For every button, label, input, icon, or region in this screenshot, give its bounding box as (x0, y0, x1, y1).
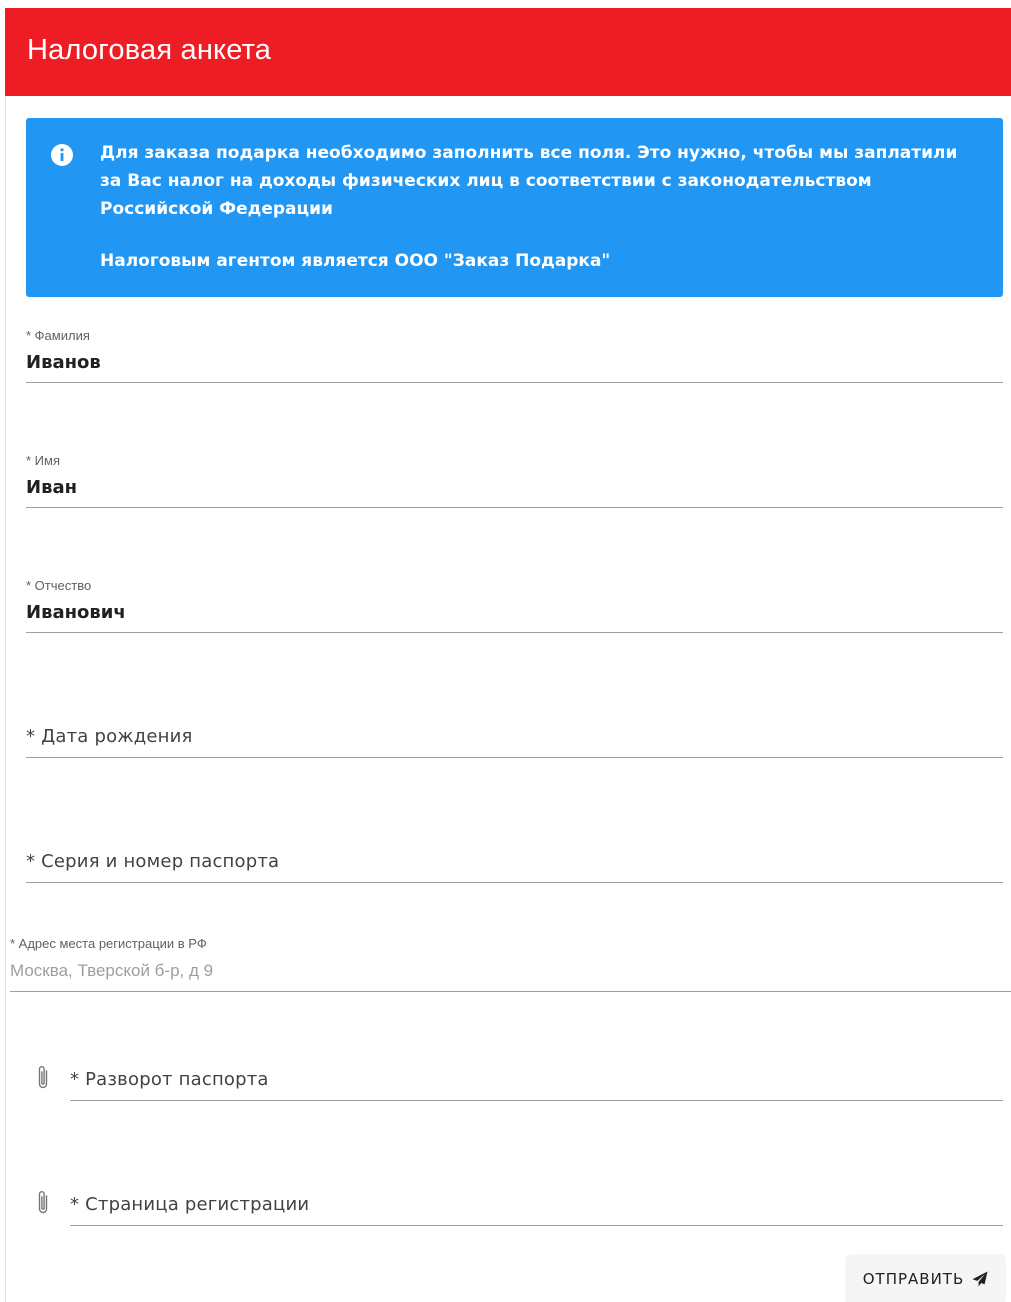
first-name-field[interactable]: * Имя Иван (26, 450, 1003, 510)
registration-page-label: * Страница регистрации (70, 1194, 310, 1215)
last-name-underline (26, 382, 1003, 383)
form-header: Налоговая анкета (5, 8, 1011, 96)
registration-page-field[interactable]: * Страница регистрации (70, 1188, 1003, 1228)
last-name-label: * Фамилия (26, 328, 90, 343)
first-name-underline (26, 507, 1003, 508)
passport-number-label: * Серия и номер паспорта (26, 851, 280, 872)
last-name-value[interactable]: Иванов (26, 352, 101, 373)
paperclip-icon[interactable] (34, 1063, 52, 1093)
first-name-label: * Имя (26, 453, 60, 468)
address-field[interactable]: * Адрес места регистрации в РФ Москва, Т… (10, 934, 1011, 994)
page-title: Налоговая анкета (27, 34, 272, 66)
info-text: Для заказа подарка необходимо заполнить … (100, 143, 958, 219)
last-name-field[interactable]: * Фамилия Иванов (26, 325, 1003, 385)
address-underline (10, 991, 1011, 992)
address-input[interactable]: Москва, Тверской б-р, д 9 (10, 961, 213, 981)
passport-number-underline (26, 882, 1003, 883)
middle-name-underline (26, 632, 1003, 633)
birth-date-label: * Дата рождения (26, 726, 193, 747)
info-icon (51, 144, 73, 166)
first-name-value[interactable]: Иван (26, 477, 77, 498)
paperclip-icon[interactable] (34, 1188, 52, 1218)
passport-spread-label: * Разворот паспорта (70, 1069, 269, 1090)
passport-spread-underline (70, 1100, 1003, 1101)
address-label: * Адрес места регистрации в РФ (10, 936, 207, 951)
middle-name-value[interactable]: Иванович (26, 602, 126, 623)
passport-number-field[interactable]: * Серия и номер паспорта (26, 845, 1003, 885)
passport-spread-field[interactable]: * Разворот паспорта (70, 1063, 1003, 1103)
birth-date-field[interactable]: * Дата рождения (26, 720, 1003, 760)
submit-button[interactable]: ОТПРАВИТЬ (847, 1255, 1004, 1302)
send-icon (972, 1271, 988, 1286)
tax-agent-text: Налоговым агентом является ООО "Заказ По… (100, 251, 611, 271)
registration-page-underline (70, 1225, 1003, 1226)
middle-name-label: * Отчество (26, 578, 92, 593)
middle-name-field[interactable]: * Отчество Иванович (26, 575, 1003, 635)
submit-label: ОТПРАВИТЬ (862, 1269, 965, 1288)
info-banner: Для заказа подарка необходимо заполнить … (26, 118, 1003, 297)
birth-date-underline (26, 757, 1003, 758)
